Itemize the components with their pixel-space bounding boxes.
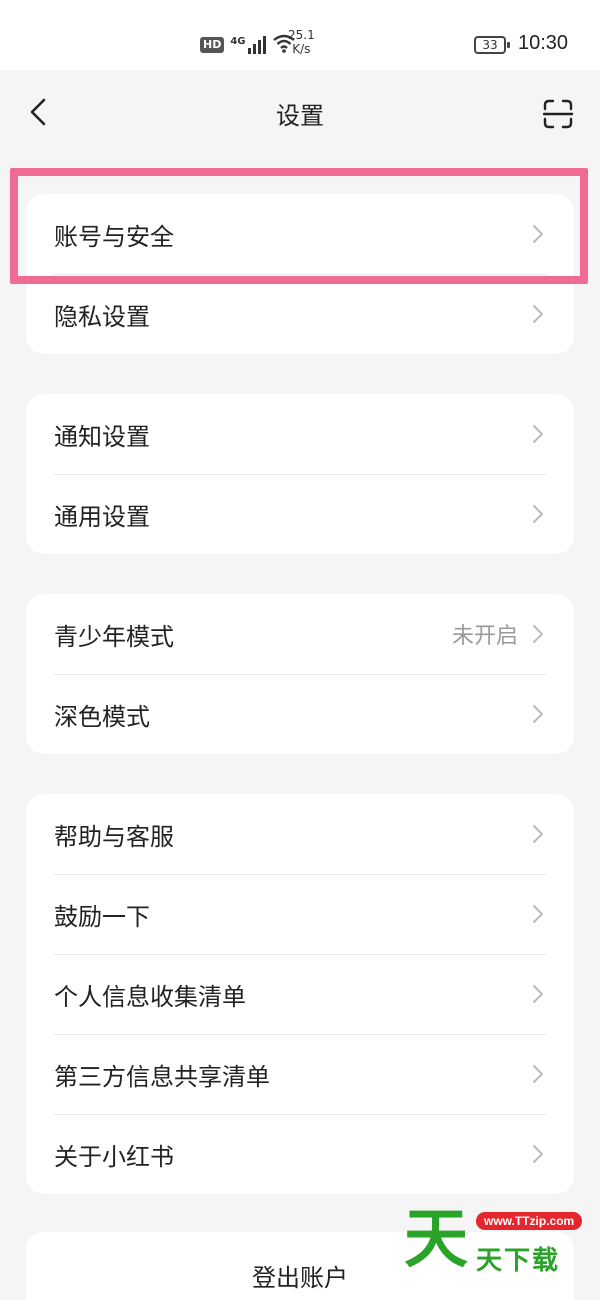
battery-level: 33 [482, 38, 498, 52]
chevron-right-icon [526, 982, 550, 1006]
row-teen-mode[interactable]: 青少年模式 未开启 [26, 594, 574, 674]
row-label: 通用设置 [54, 502, 150, 531]
row-label: 账号与安全 [54, 222, 174, 251]
clock: 10:30 [518, 32, 569, 54]
net-speed-unit: K/s [292, 42, 311, 56]
row-encourage[interactable]: 鼓励一下 [26, 874, 574, 954]
chevron-right-icon [526, 502, 550, 526]
nav-bar: 设置 [0, 70, 600, 154]
scan-icon [543, 99, 573, 129]
chevron-right-icon [526, 902, 550, 926]
row-help-support[interactable]: 帮助与客服 [26, 794, 574, 874]
chevron-right-icon [526, 422, 550, 446]
settings-group-mode: 青少年模式 未开启 深色模式 [26, 594, 574, 754]
row-personal-info-list[interactable]: 个人信息收集清单 [26, 954, 574, 1034]
chevron-right-icon [526, 1062, 550, 1086]
row-label: 青少年模式 [54, 622, 174, 651]
status-icons: HD 4G [200, 30, 296, 60]
signal-type: 4G [230, 36, 246, 47]
row-label: 关于小红书 [54, 1142, 174, 1171]
scan-button[interactable] [540, 96, 576, 132]
signal-icon: 4G [230, 36, 266, 54]
chevron-right-icon [526, 1142, 550, 1166]
status-bar: HD 4G 25.1 K/s 33 10:30 [0, 0, 600, 70]
logout-label: 登出账户 [252, 1264, 348, 1292]
row-label: 深色模式 [54, 702, 150, 731]
teen-mode-status: 未开启 [451, 624, 518, 649]
battery-icon: 33 [474, 36, 510, 54]
row-notification-settings[interactable]: 通知设置 [26, 394, 574, 474]
row-label: 隐私设置 [54, 302, 150, 331]
row-label: 个人信息收集清单 [54, 982, 246, 1011]
chevron-right-icon [526, 222, 550, 246]
row-label: 帮助与客服 [54, 822, 174, 851]
chevron-right-icon [526, 302, 550, 326]
chevron-right-icon [526, 702, 550, 726]
row-label: 第三方信息共享清单 [54, 1062, 270, 1091]
row-label: 鼓励一下 [54, 902, 150, 931]
row-account-security[interactable]: 账号与安全 [26, 194, 574, 274]
net-speed: 25.1 K/s [288, 28, 315, 56]
settings-group-general: 通知设置 通用设置 [26, 394, 574, 554]
row-about-app[interactable]: 关于小红书 [26, 1114, 574, 1194]
watermark-url: www.TTzip.com [476, 1212, 583, 1230]
row-privacy-settings[interactable]: 隐私设置 [26, 274, 574, 354]
row-general-settings[interactable]: 通用设置 [26, 474, 574, 554]
chevron-right-icon [526, 822, 550, 846]
hd-badge: HD [200, 37, 225, 53]
settings-group-account: 账号与安全 隐私设置 [26, 194, 574, 354]
row-third-party-sharing-list[interactable]: 第三方信息共享清单 [26, 1034, 574, 1114]
row-label: 通知设置 [54, 422, 150, 451]
net-speed-value: 25.1 [288, 28, 315, 42]
logout-button[interactable]: 登出账户 [26, 1232, 574, 1300]
chevron-right-icon [526, 622, 550, 646]
row-dark-mode[interactable]: 深色模式 [26, 674, 574, 754]
settings-group-about: 帮助与客服 鼓励一下 个人信息收集清单 第三方信息共享清单 关于小红书 [26, 794, 574, 1194]
page-title: 设置 [276, 102, 324, 130]
